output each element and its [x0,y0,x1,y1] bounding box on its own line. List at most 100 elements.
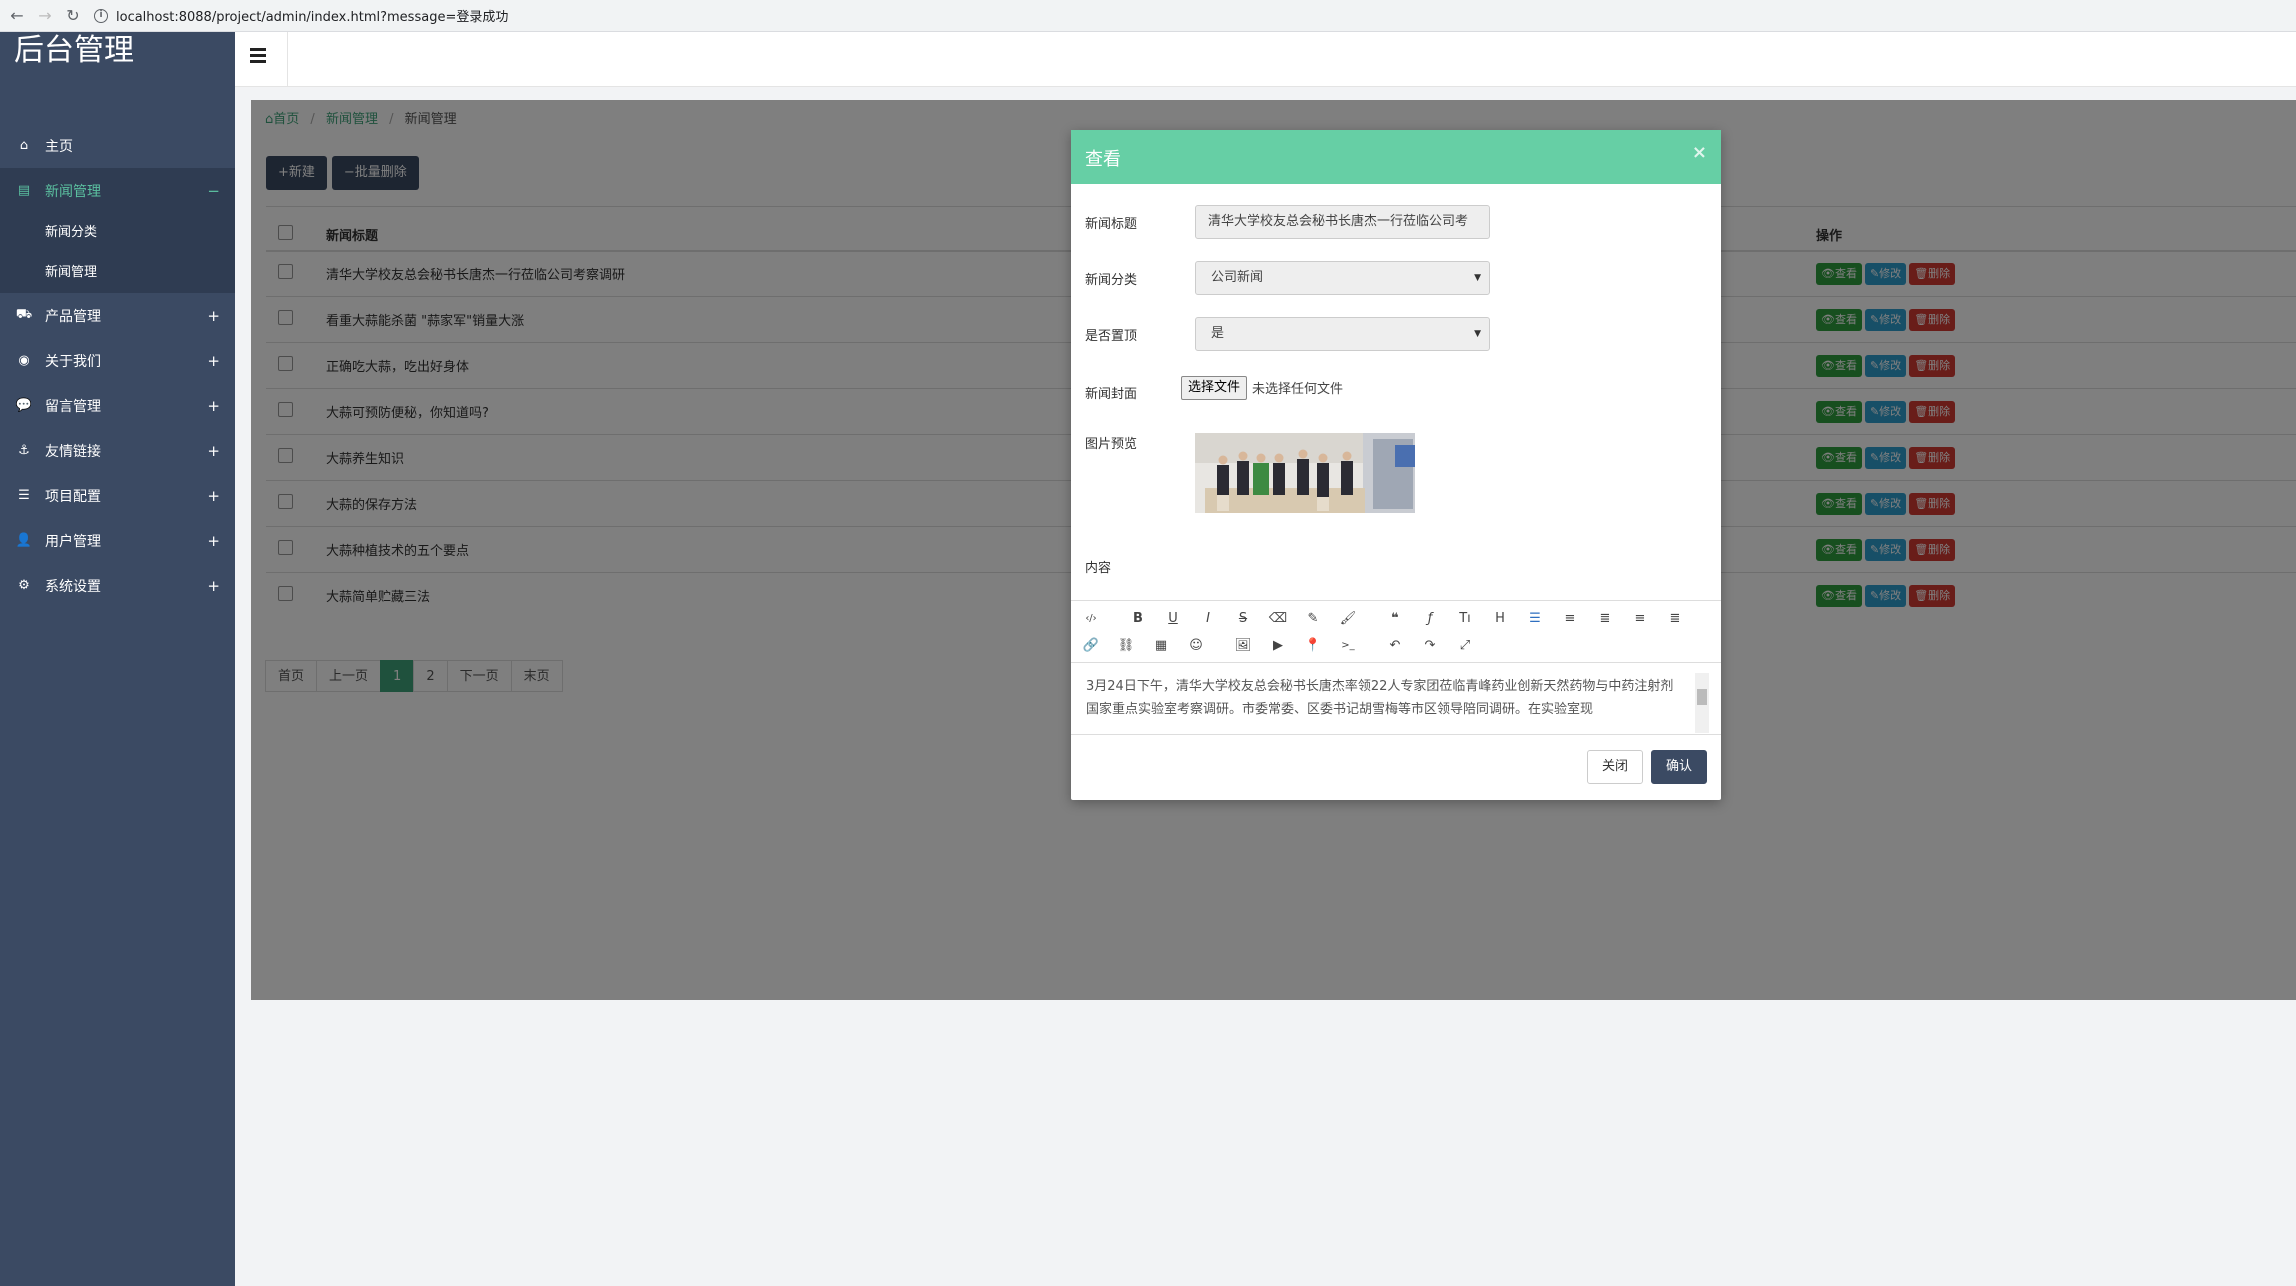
sidebar-item-8[interactable]: ⚙ 系统设置 + [0,563,235,608]
reload-icon[interactable]: ↻ [62,5,84,27]
align-center-icon[interactable]: ≡ [1628,607,1652,631]
redo-icon[interactable]: ↷ [1418,634,1442,658]
unlink-icon[interactable]: ⛓ [1114,634,1138,658]
sidebar-menu-entry: ⌂ 主页 [0,123,235,168]
sidebar: 后台管理 ⌂ 主页 ▤ 新闻管理 − 新闻分类 新闻管理 ⛟ 产品管理 + ◉ 关于我们 + 💬 留言管理 +… [0,32,235,1286]
sidebar-item-2[interactable]: ⛟ 产品管理 + [0,293,235,338]
align-right-icon[interactable]: ≣ [1663,607,1687,631]
sidebar-item-label: 友情链接 [45,443,101,460]
comments-icon: 💬 [15,398,33,413]
info-icon[interactable]: i [94,8,108,23]
modal-title: 查看 [1085,149,1121,170]
user-icon: 👤 [15,533,33,548]
sidebar-item-label: 主页 [45,138,73,155]
italic-icon[interactable]: I [1196,607,1220,631]
bullet-list-icon[interactable]: ☰ [1523,607,1547,631]
underline-icon[interactable]: U [1161,607,1185,631]
sidebar-item-label: 关于我们 [45,353,101,370]
undo-icon[interactable]: ↶ [1383,634,1407,658]
sidebar-subitem[interactable]: 新闻分类 [0,213,235,253]
font-icon[interactable]: ƒ [1418,607,1442,631]
expand-toggle-icon[interactable]: − [207,182,220,200]
is-top-select[interactable]: 是 ▼ [1195,317,1490,351]
quote-icon[interactable]: ❝ [1383,607,1407,631]
expand-toggle-icon[interactable]: + [207,442,220,460]
globe-icon: ◉ [18,353,30,368]
strikethrough-icon[interactable]: S [1231,607,1255,631]
anchor-icon: ⚓ [18,443,30,458]
sidebar-subitem[interactable]: 新闻管理 [0,253,235,293]
choose-file-button[interactable]: 选择文件 [1181,375,1248,400]
video-icon[interactable]: ▶ [1266,634,1290,658]
editor-text: 3月24日下午，清华大学校友总会秘书长唐杰率领22人专家团莅临青峰药业创新天然药… [1086,679,1674,717]
map-marker-icon[interactable]: 📍 [1301,634,1325,658]
sidebar-item-6[interactable]: ☰ 项目配置 + [0,473,235,518]
url-text[interactable]: localhost:8088/project/admin/index.html?… [116,6,508,25]
sidebar-menu-entry: 💬 留言管理 + [0,383,235,428]
bold-icon[interactable]: B [1126,607,1150,631]
topbar-divider [287,32,288,87]
category-select[interactable]: 公司新闻 ▼ [1195,261,1490,295]
sidebar-item-1[interactable]: ▤ 新闻管理 − [0,168,235,213]
expand-toggle-icon[interactable]: + [207,532,220,550]
category-select-value: 公司新闻 [1211,270,1264,285]
field-top-label: 是否置顶 [1085,328,1138,344]
close-icon[interactable]: × [1692,142,1707,163]
address-bar[interactable]: i localhost:8088/project/admin/index.htm… [94,4,508,28]
expand-toggle-icon[interactable]: + [207,397,220,415]
terminal-icon[interactable]: >_ [1336,634,1360,658]
close-button[interactable]: 关闭 [1586,750,1643,784]
field-cover-row: 新闻封面 选择文件 未选择任何文件 [1085,373,1343,402]
modal-header: 查看 × [1071,130,1721,184]
field-title-label: 新闻标题 [1085,216,1138,232]
sidebar-item-label: 产品管理 [45,308,101,325]
sidebar-menu-entry: 👤 用户管理 + [0,518,235,563]
modal-footer: 关闭 确认 [1586,750,1707,784]
fullscreen-icon[interactable]: ⤢ [1453,634,1477,658]
image-icon[interactable]: 🖼 [1231,634,1255,658]
text-height-icon[interactable]: Tı [1453,607,1477,631]
editor-content[interactable]: 3月24日下午，清华大学校友总会秘书长唐杰率领22人专家团莅临青峰药业创新天然药… [1071,663,1721,735]
sidebar-item-3[interactable]: ◉ 关于我们 + [0,338,235,383]
sidebar-menu-entry: ⛟ 产品管理 + [0,293,235,338]
code-view-icon[interactable]: ‹/› [1079,607,1103,631]
browser-toolbar: ← → ↻ i localhost:8088/project/admin/ind… [0,0,2296,32]
chevron-down-icon: ▼ [1474,329,1481,339]
cogs-icon: ⚙ [18,578,30,593]
top-navbar [235,32,2296,87]
menu-toggle-icon[interactable] [250,48,270,68]
numbered-list-icon[interactable]: ≡ [1558,607,1582,631]
sidebar-item-label: 新闻管理 [45,183,101,200]
sidebar-item-label: 系统设置 [45,578,101,595]
align-left-icon[interactable]: ≣ [1593,607,1617,631]
sidebar-item-0[interactable]: ⌂ 主页 [0,123,235,168]
expand-toggle-icon[interactable]: + [207,577,220,595]
link-icon[interactable]: 🔗 [1079,634,1103,658]
expand-toggle-icon[interactable]: + [207,307,220,325]
field-preview-row: 图片预览 [1085,433,1415,513]
emoji-icon[interactable]: ☺ [1184,634,1208,658]
sidebar-item-7[interactable]: 👤 用户管理 + [0,518,235,563]
sidebar-menu-entry: ⚙ 系统设置 + [0,563,235,608]
forward-arrow-icon[interactable]: → [34,5,56,27]
home-icon: ⌂ [19,138,29,153]
field-content-label: 内容 [1085,561,1112,576]
brush-icon[interactable]: 🖌 [1336,607,1360,631]
heading-icon[interactable]: H [1488,607,1512,631]
table-icon[interactable]: ▦ [1149,634,1173,658]
expand-toggle-icon[interactable]: + [207,352,220,370]
expand-toggle-icon[interactable]: + [207,487,220,505]
field-cover-label: 新闻封面 [1085,387,1138,402]
confirm-button[interactable]: 确认 [1650,750,1707,784]
eraser-icon[interactable]: ⌫ [1266,607,1290,631]
title-input[interactable]: 清华大学校友总会秘书长唐杰一行莅临公司考 [1195,205,1490,239]
field-title-row: 新闻标题 清华大学校友总会秘书长唐杰一行莅临公司考 [1085,205,1490,239]
view-modal: 查看 × 新闻标题 清华大学校友总会秘书长唐杰一行莅临公司考 新闻分类 公司新闻… [1071,130,1721,800]
field-preview-label: 图片预览 [1085,437,1138,452]
sidebar-item-5[interactable]: ⚓ 友情链接 + [0,428,235,473]
rich-text-editor: ‹/› B U I S ⌫ ✎ 🖌 ❝ ƒ Tı H ☰ ≡ ≣ ≡ ≣ 🔗 ⛓… [1071,600,1721,735]
sidebar-item-4[interactable]: 💬 留言管理 + [0,383,235,428]
back-arrow-icon[interactable]: ← [6,5,28,27]
editor-scrollbar[interactable] [1695,673,1709,733]
pencil-icon[interactable]: ✎ [1301,607,1325,631]
